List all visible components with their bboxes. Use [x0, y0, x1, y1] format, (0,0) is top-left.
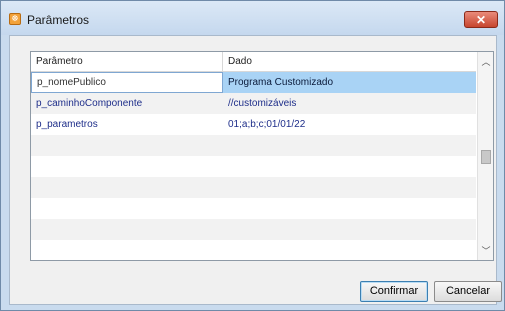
param-value-cell[interactable]: //customizáveis [223, 93, 476, 114]
cancel-button[interactable]: Cancelar [434, 281, 502, 302]
param-value-cell[interactable]: 01;a;b;c;01/01/22 [223, 114, 476, 135]
table-row[interactable] [31, 177, 476, 198]
param-value-cell[interactable]: Programa Customizado [223, 72, 476, 93]
scrollbar-thumb[interactable] [481, 150, 491, 164]
grid-rows: p_nomePublico Programa Customizado p_camin… [31, 72, 476, 260]
column-header-parametro[interactable]: Parâmetro [31, 52, 223, 71]
param-name-cell[interactable] [31, 156, 223, 177]
param-value-cell[interactable] [223, 219, 476, 240]
param-value-cell[interactable] [223, 240, 476, 260]
title-bar[interactable]: ☸ Parâmetros ✕ [1, 1, 504, 35]
parametros-dialog: ☸ Parâmetros ✕ Parâmetro Dado p_nomePubl… [0, 0, 505, 311]
chevron-up-icon[interactable]: ︿ [478, 54, 493, 70]
close-button[interactable]: ✕ [464, 11, 498, 28]
column-header-dado[interactable]: Dado [223, 52, 476, 71]
table-row[interactable] [31, 156, 476, 177]
app-logo-icon: ☸ [9, 13, 21, 25]
param-name-cell[interactable]: p_caminhoComponente [31, 93, 223, 114]
param-value-cell[interactable] [223, 156, 476, 177]
table-row[interactable]: p_nomePublico Programa Customizado [31, 72, 476, 93]
param-value-cell[interactable] [223, 198, 476, 219]
table-row[interactable] [31, 219, 476, 240]
table-row[interactable] [31, 198, 476, 219]
param-name-cell[interactable]: p_parametros [31, 114, 223, 135]
param-value-cell[interactable] [223, 177, 476, 198]
table-row[interactable] [31, 135, 476, 156]
param-value-cell[interactable] [223, 135, 476, 156]
window-title: Parâmetros [27, 13, 90, 27]
dialog-body: Parâmetro Dado p_nomePublico Programa Cus… [9, 35, 502, 305]
table-row[interactable]: p_caminhoComponente//customizáveis [31, 93, 476, 114]
param-name-cell[interactable]: p_nomePublico [31, 72, 223, 93]
param-name-cell[interactable] [31, 177, 223, 198]
parameters-grid: Parâmetro Dado p_nomePublico Programa Cus… [30, 51, 494, 261]
confirm-button[interactable]: Confirmar [360, 281, 428, 302]
vertical-scrollbar[interactable]: ︿ ﹀ [477, 52, 493, 260]
table-row[interactable] [31, 240, 476, 260]
param-name-cell[interactable] [31, 240, 223, 260]
param-name-cell[interactable] [31, 135, 223, 156]
param-name-cell[interactable] [31, 198, 223, 219]
table-row[interactable]: p_parametros 01;a;b;c;01/01/22 [31, 114, 476, 135]
param-name-cell[interactable] [31, 219, 223, 240]
grid-header: Parâmetro Dado [31, 52, 476, 72]
grid-area: Parâmetro Dado p_nomePublico Programa Cus… [30, 51, 494, 261]
chevron-down-icon[interactable]: ﹀ [478, 243, 493, 259]
